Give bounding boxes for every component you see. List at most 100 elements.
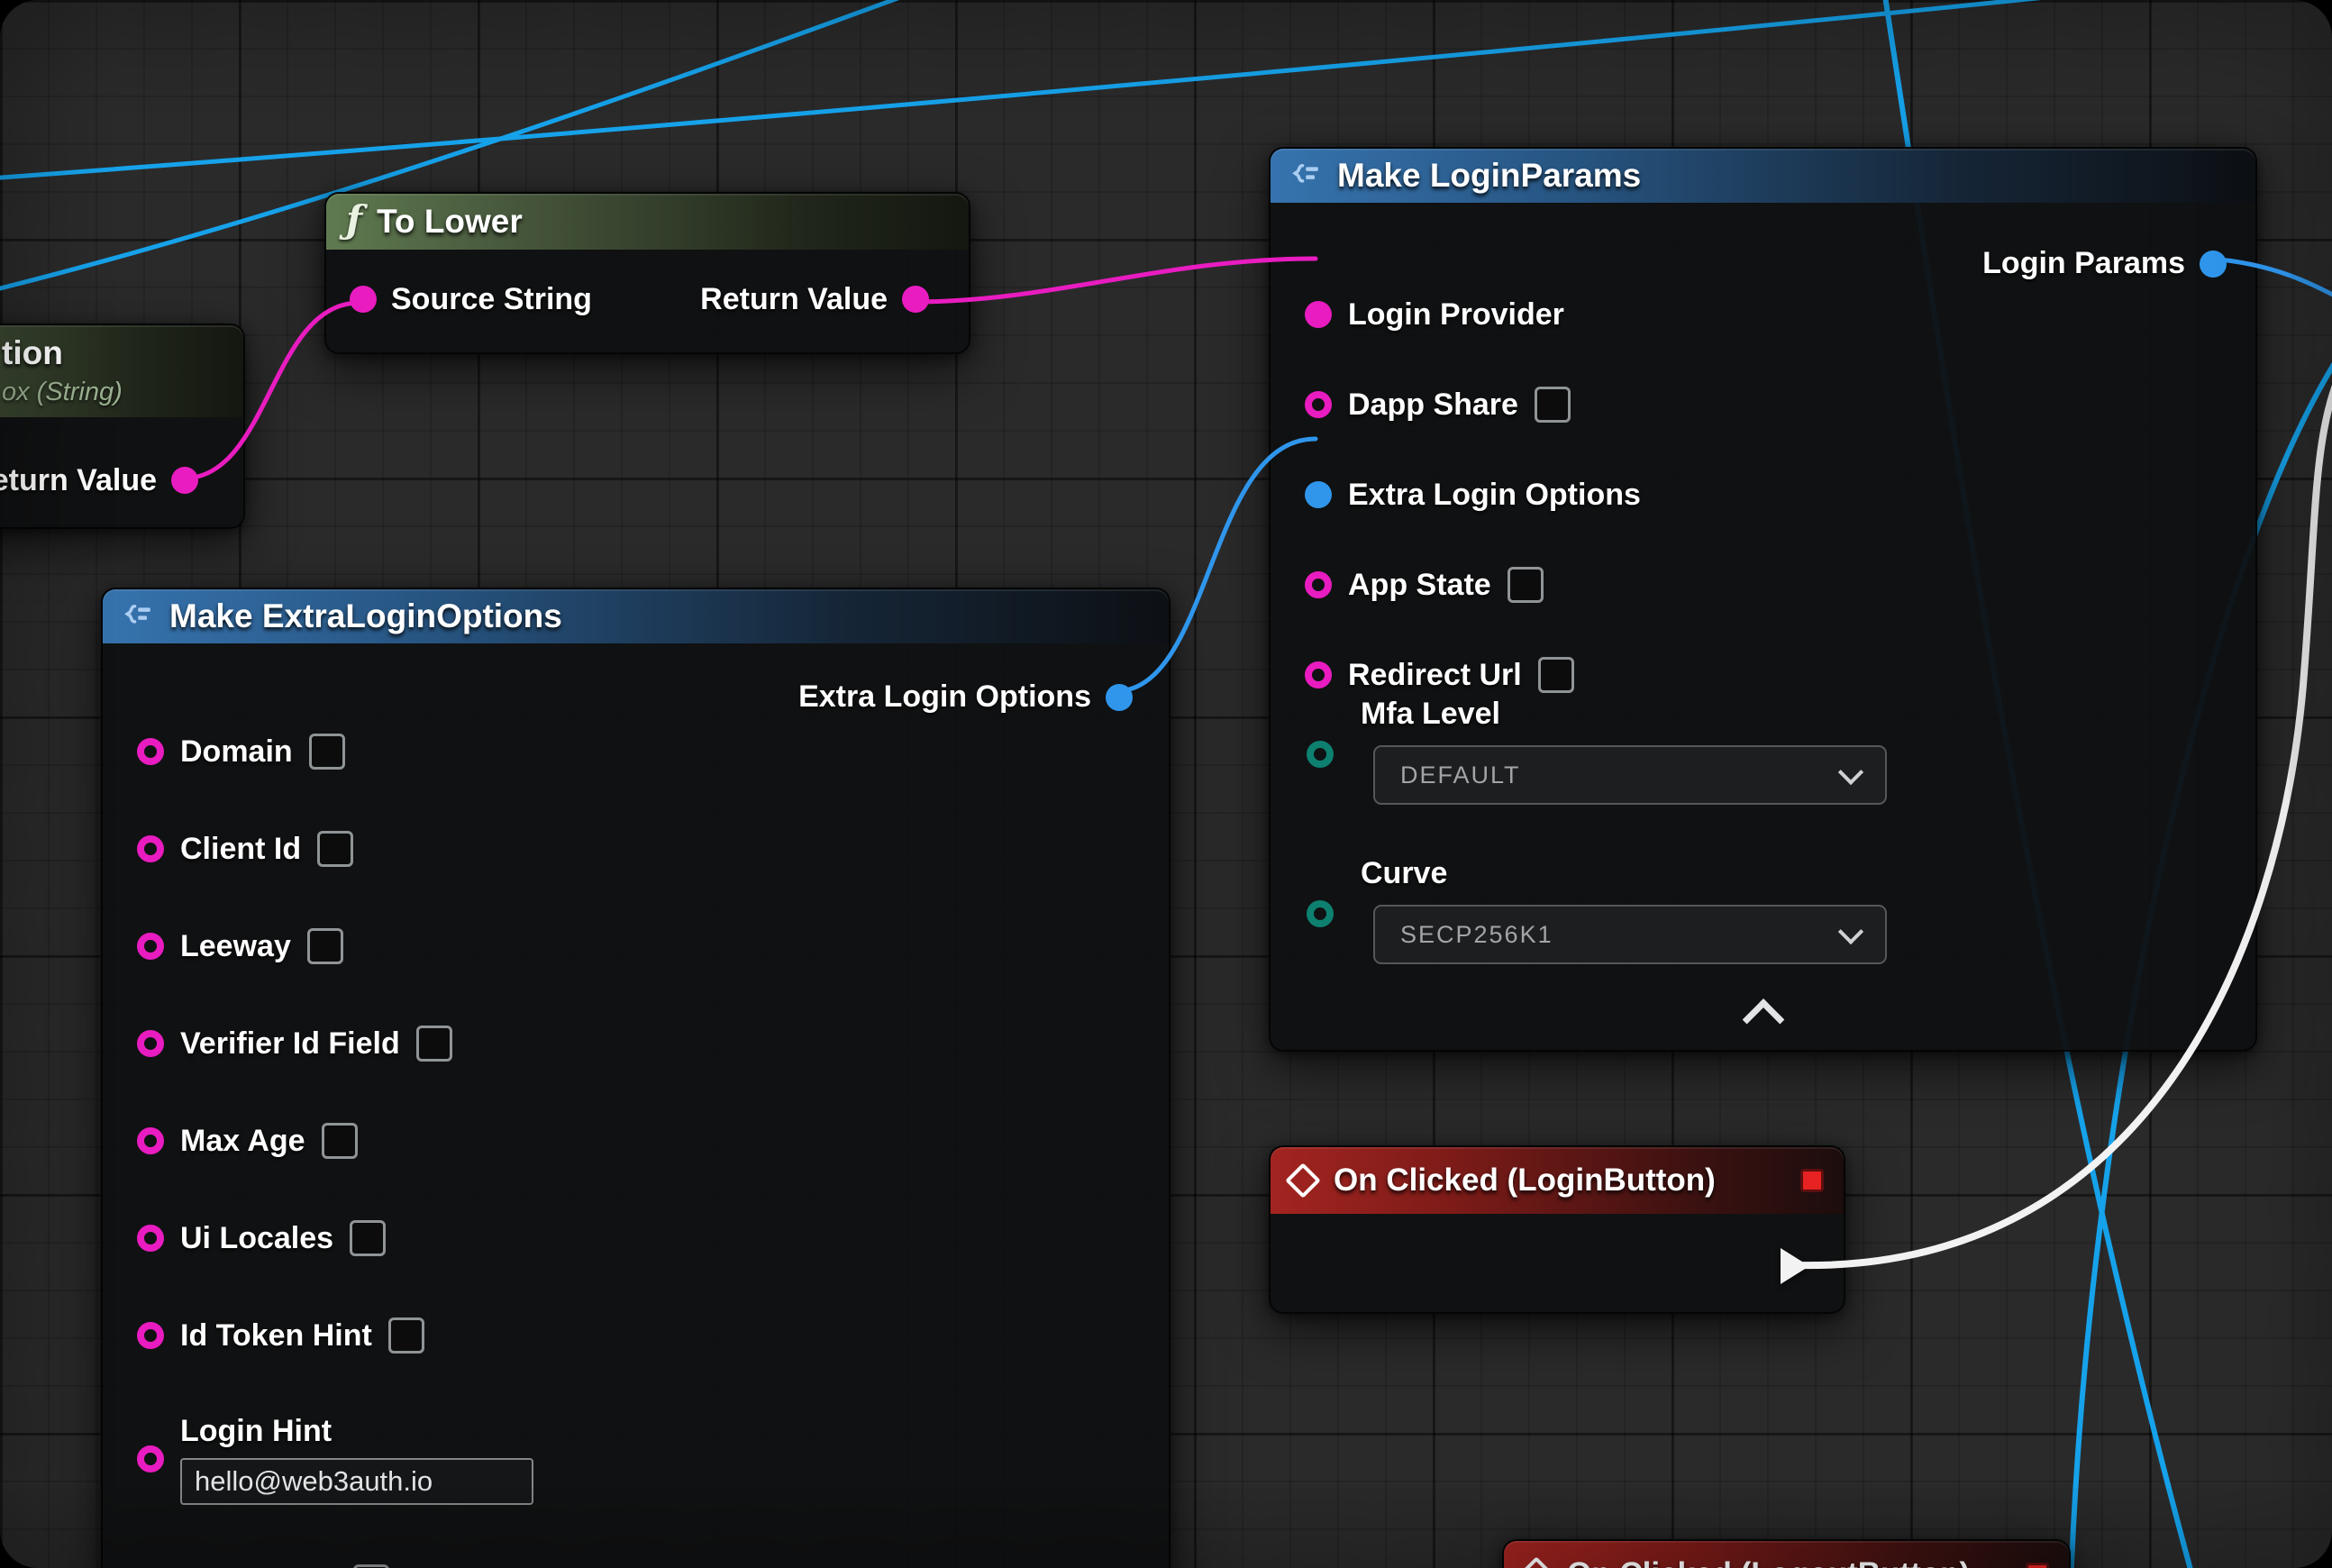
- pin-extra-login-options-in[interactable]: [1305, 481, 1332, 508]
- node-title: Make ExtraLoginOptions: [169, 597, 562, 635]
- ui-locales-checkbox[interactable]: [350, 1220, 386, 1256]
- node-title: Make LoginParams: [1337, 157, 1641, 195]
- max-age-checkbox[interactable]: [322, 1123, 358, 1159]
- curve-dropdown[interactable]: SECP256K1: [1373, 905, 1887, 964]
- curve-label: Curve: [1361, 856, 1447, 891]
- pin-label: App State: [1348, 568, 1491, 603]
- node-header[interactable]: ƒ To Lower: [326, 194, 969, 250]
- pin-row-domain: Domain: [103, 703, 1169, 800]
- pin-mfa-level[interactable]: [1307, 741, 1334, 768]
- node-on-clicked-logoutbutton[interactable]: On Clicked (LogoutButton): [1502, 1539, 2071, 1568]
- pin-dapp-share[interactable]: [1305, 391, 1332, 418]
- pin-label: Ui Locales: [180, 1221, 333, 1256]
- client-id-checkbox[interactable]: [317, 831, 353, 867]
- pin-label: Extra Login Options: [1348, 478, 1641, 513]
- collapse-node-chevron[interactable]: [1742, 998, 1784, 1041]
- pin-row-app-state: App State: [1271, 540, 2255, 630]
- mfa-level-label: Mfa Level: [1361, 697, 1500, 732]
- domain-checkbox[interactable]: [309, 734, 345, 770]
- leeway-checkbox[interactable]: [307, 928, 343, 964]
- node-title: On Clicked (LoginButton): [1334, 1162, 1716, 1199]
- node-header[interactable]: On Clicked (LogoutButton): [1504, 1541, 2069, 1568]
- pin-label: Extra Login Options: [798, 679, 1091, 715]
- chevron-down-icon: [1838, 760, 1863, 785]
- pin-login-params-out[interactable]: [2200, 251, 2227, 278]
- pin-app-state[interactable]: [1305, 571, 1332, 598]
- pin-label-fragment: eturn Value: [0, 463, 157, 498]
- pin-source-string[interactable]: [350, 286, 377, 313]
- pin-login-provider[interactable]: [1305, 301, 1332, 328]
- pin-return-value[interactable]: [902, 286, 929, 313]
- pin-redirect-url[interactable]: [1305, 661, 1332, 688]
- make-struct-icon: [1290, 160, 1323, 192]
- login-hint-input[interactable]: [180, 1458, 533, 1505]
- node-on-clicked-loginbutton[interactable]: On Clicked (LoginButton): [1269, 1145, 1845, 1314]
- node-header[interactable]: On Clicked (LoginButton): [1271, 1147, 1844, 1214]
- function-icon: ƒ: [346, 201, 362, 239]
- pin-row-acr-values: Acr Values: [103, 1534, 1169, 1568]
- pin-row-id-token-hint: Id Token Hint: [103, 1287, 1169, 1384]
- id-token-hint-checkbox[interactable]: [388, 1317, 424, 1354]
- event-reference-icon: [2026, 1563, 2049, 1568]
- node-to-lower[interactable]: ƒ To Lower Source String Return Value: [324, 192, 970, 354]
- pin-login-hint[interactable]: [137, 1445, 164, 1472]
- redirect-url-checkbox[interactable]: [1538, 657, 1574, 693]
- mfa-level-dropdown[interactable]: DEFAULT: [1373, 745, 1887, 805]
- pin-domain[interactable]: [137, 738, 164, 765]
- pin-label: Login Provider: [1348, 297, 1564, 333]
- pin-leeway[interactable]: [137, 933, 164, 960]
- pin-row-leeway: Leeway: [103, 898, 1169, 995]
- pin-label: Verifier Id Field: [180, 1026, 400, 1062]
- pin-label: Source String: [391, 282, 592, 317]
- pin-row-extra-login-options: Extra Login Options: [1271, 450, 2255, 540]
- chevron-down-icon: [1838, 919, 1863, 944]
- pin-row-verifier-id-field: Verifier Id Field: [103, 995, 1169, 1092]
- event-icon: [1285, 1162, 1321, 1199]
- node-title: To Lower: [377, 203, 523, 241]
- pin-label: Domain: [180, 734, 293, 770]
- pin-label: Dapp Share: [1348, 387, 1518, 423]
- pin-extra-login-options-out[interactable]: [1106, 684, 1133, 711]
- event-reference-icon: [1800, 1169, 1824, 1192]
- pin-curve[interactable]: [1307, 900, 1334, 927]
- pin-row-client-id: Client Id: [103, 800, 1169, 898]
- pin-row-dapp-share: Dapp Share: [1271, 360, 2255, 450]
- node-header[interactable]: Make ExtraLoginOptions: [103, 589, 1169, 643]
- pin-ui-locales[interactable]: [137, 1225, 164, 1252]
- pin-max-age[interactable]: [137, 1127, 164, 1154]
- dapp-share-checkbox[interactable]: [1535, 387, 1571, 423]
- pin-verifier-id-field[interactable]: [137, 1030, 164, 1057]
- node-clipped-left[interactable]: tion ox (String) eturn Value: [0, 324, 245, 529]
- pin-label: Acr Values: [180, 1565, 337, 1568]
- node-make-extraloginoptions[interactable]: Make ExtraLoginOptions Extra Login Optio…: [101, 588, 1171, 1568]
- pin-label: Max Age: [180, 1124, 305, 1159]
- pin-row-ui-locales: Ui Locales: [103, 1190, 1169, 1287]
- pin-row-login-hint: Login Hint: [103, 1384, 1169, 1534]
- pin-client-id[interactable]: [137, 835, 164, 862]
- pin-label: Login Hint: [180, 1414, 533, 1449]
- mfa-level-value: DEFAULT: [1400, 761, 1521, 789]
- pin-label: Leeway: [180, 929, 291, 964]
- make-struct-icon: [123, 600, 155, 633]
- pin-label: Return Value: [700, 282, 888, 317]
- pin-label: Login Params: [1982, 246, 2185, 281]
- pin-return-value[interactable]: [171, 467, 198, 494]
- node-header[interactable]: Make LoginParams: [1271, 149, 2255, 203]
- acr-values-checkbox[interactable]: [353, 1564, 389, 1568]
- event-icon: [1518, 1556, 1554, 1568]
- pin-row-max-age: Max Age: [103, 1092, 1169, 1190]
- pin-label: Id Token Hint: [180, 1318, 372, 1354]
- app-state-checkbox[interactable]: [1508, 567, 1544, 603]
- node-subtitle-fragment: ox (String): [2, 378, 123, 407]
- node-header[interactable]: tion ox (String): [0, 325, 243, 417]
- blueprint-graph-canvas[interactable]: ƒ To Lower Source String Return Value ti…: [0, 0, 2332, 1568]
- exec-out-pin[interactable]: [1781, 1248, 1809, 1284]
- verifier-id-field-checkbox[interactable]: [416, 1026, 452, 1062]
- curve-value: SECP256K1: [1400, 921, 1553, 949]
- pin-id-token-hint[interactable]: [137, 1322, 164, 1349]
- node-make-loginparams[interactable]: Make LoginParams Login Params Login Prov…: [1269, 147, 2257, 1052]
- pin-label: Client Id: [180, 832, 301, 867]
- node-title: On Clicked (LogoutButton): [1567, 1556, 1970, 1568]
- pin-row-login-provider: Login Provider: [1271, 269, 2255, 360]
- node-title-fragment: tion: [2, 334, 63, 372]
